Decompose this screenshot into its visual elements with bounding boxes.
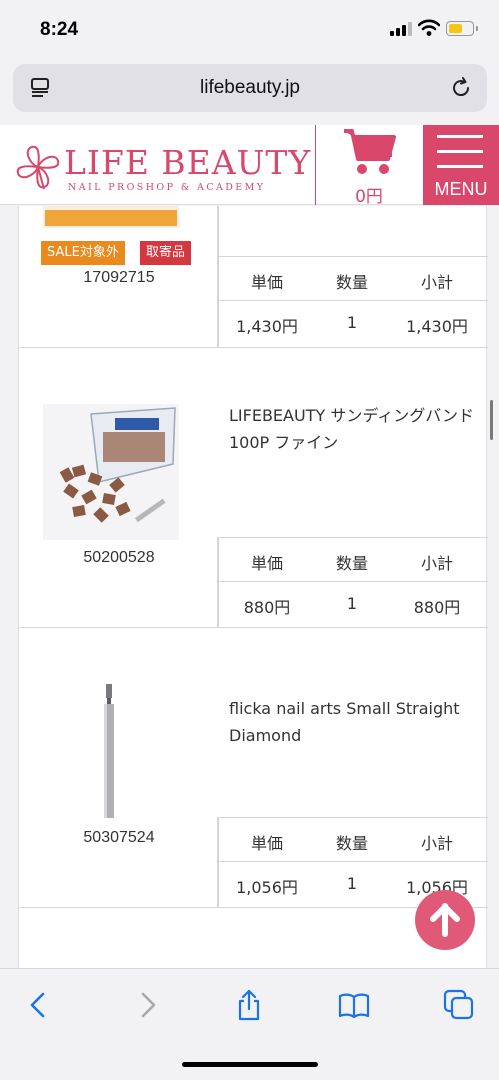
item-code: 50307524 bbox=[83, 829, 155, 846]
menu-button[interactable]: MENU bbox=[423, 125, 499, 205]
scroll-to-top-button[interactable] bbox=[415, 890, 475, 950]
subtotal: 1,430円 bbox=[406, 317, 468, 336]
product-image bbox=[43, 404, 179, 540]
cart-button[interactable]: 0円 bbox=[336, 125, 402, 207]
logo-text: LIFE BEAUTY bbox=[64, 143, 312, 182]
menu-label: MENU bbox=[434, 179, 488, 199]
price-header-row: 単価 数量 小計 bbox=[217, 537, 488, 581]
status-bar: 8:24 bbox=[0, 0, 499, 60]
price-value-row: 1,430円 1 1,430円 bbox=[217, 300, 488, 344]
unit-price-header: 単価 bbox=[250, 273, 283, 292]
site-logo[interactable]: LIFE BEAUTY NAIL PROSHOP & ACADEMY bbox=[14, 141, 310, 195]
product-image bbox=[43, 206, 179, 228]
quantity-header: 数量 bbox=[335, 834, 368, 853]
unit-price: 1,430円 bbox=[236, 317, 298, 336]
cellular-signal-icon bbox=[390, 22, 412, 36]
cart-icon bbox=[344, 129, 396, 174]
tabs-icon[interactable] bbox=[443, 989, 475, 1021]
subtotal-header: 小計 bbox=[420, 834, 453, 853]
quantity-header: 数量 bbox=[335, 554, 368, 573]
logo-subtitle: NAIL PROSHOP & ACADEMY bbox=[68, 182, 266, 193]
url-text[interactable]: lifebeauty.jp bbox=[13, 77, 487, 99]
status-time: 8:24 bbox=[40, 19, 79, 40]
cart-item: 50200528 LIFEBEAUTY サンディングバンド 100P ファイン … bbox=[19, 348, 488, 628]
cart-contents: SALE対象外 取寄品 17092715 単価 数量 小計 1,430円 1 1… bbox=[0, 206, 499, 968]
arrow-up-icon bbox=[430, 903, 460, 937]
quantity: 1 bbox=[346, 874, 358, 893]
item-name[interactable]: flicka nail arts Small Straight Diamond bbox=[229, 695, 479, 749]
item-code: 17092715 bbox=[83, 269, 155, 286]
address-bar[interactable]: lifebeauty.jp bbox=[13, 64, 487, 112]
item-code: 50200528 bbox=[83, 549, 155, 566]
battery-tip bbox=[476, 26, 478, 31]
quantity-header: 数量 bbox=[335, 273, 368, 292]
cart-item: SALE対象外 取寄品 17092715 単価 数量 小計 1,430円 1 1… bbox=[19, 206, 488, 348]
column-divider bbox=[217, 537, 219, 628]
subtotal-header: 小計 bbox=[420, 273, 453, 292]
forward-icon[interactable] bbox=[131, 989, 163, 1021]
unit-price: 880円 bbox=[243, 598, 291, 617]
tag-order-item: 取寄品 bbox=[140, 241, 192, 265]
menu-icon-bar bbox=[437, 165, 483, 168]
cart-item: 50307524 flicka nail arts Small Straight… bbox=[19, 628, 488, 908]
site-header: LIFE BEAUTY NAIL PROSHOP & ACADEMY 0円 ME… bbox=[0, 125, 499, 207]
price-header-row: 単価 数量 小計 bbox=[217, 817, 488, 861]
item-name[interactable]: LIFEBEAUTY サンディングバンド 100P ファイン bbox=[229, 402, 479, 456]
bookmarks-icon[interactable] bbox=[338, 989, 370, 1021]
battery-icon bbox=[446, 21, 474, 36]
unit-price: 1,056円 bbox=[236, 878, 298, 897]
quantity: 1 bbox=[346, 313, 358, 332]
column-divider bbox=[217, 817, 219, 908]
unit-price-header: 単価 bbox=[250, 834, 283, 853]
unit-price-header: 単価 bbox=[250, 554, 283, 573]
price-table: 単価 数量 小計 880円 1 880円 bbox=[217, 537, 488, 625]
quantity: 1 bbox=[346, 594, 358, 613]
reload-icon[interactable] bbox=[449, 76, 473, 100]
scrollbar[interactable] bbox=[490, 400, 493, 440]
back-icon[interactable] bbox=[23, 989, 55, 1021]
price-header-row: 単価 数量 小計 bbox=[217, 256, 488, 300]
subtotal-header: 小計 bbox=[420, 554, 453, 573]
header-divider bbox=[315, 125, 316, 205]
subtotal: 880円 bbox=[413, 598, 461, 617]
menu-icon-bar bbox=[437, 150, 483, 153]
column-divider bbox=[217, 206, 219, 348]
share-icon[interactable] bbox=[233, 989, 265, 1021]
product-image bbox=[43, 684, 179, 820]
cart-amount: 0円 bbox=[355, 187, 383, 207]
menu-icon-bar bbox=[437, 135, 483, 138]
cart-item-list: SALE対象外 取寄品 17092715 単価 数量 小計 1,430円 1 1… bbox=[18, 206, 488, 968]
home-indicator bbox=[182, 1062, 318, 1067]
wifi-icon bbox=[418, 19, 440, 36]
clover-logo-icon bbox=[16, 145, 60, 190]
price-table: 単価 数量 小計 1,430円 1 1,430円 bbox=[217, 256, 488, 344]
tag-sale-excluded: SALE対象外 bbox=[41, 241, 125, 265]
price-value-row: 880円 1 880円 bbox=[217, 581, 488, 625]
